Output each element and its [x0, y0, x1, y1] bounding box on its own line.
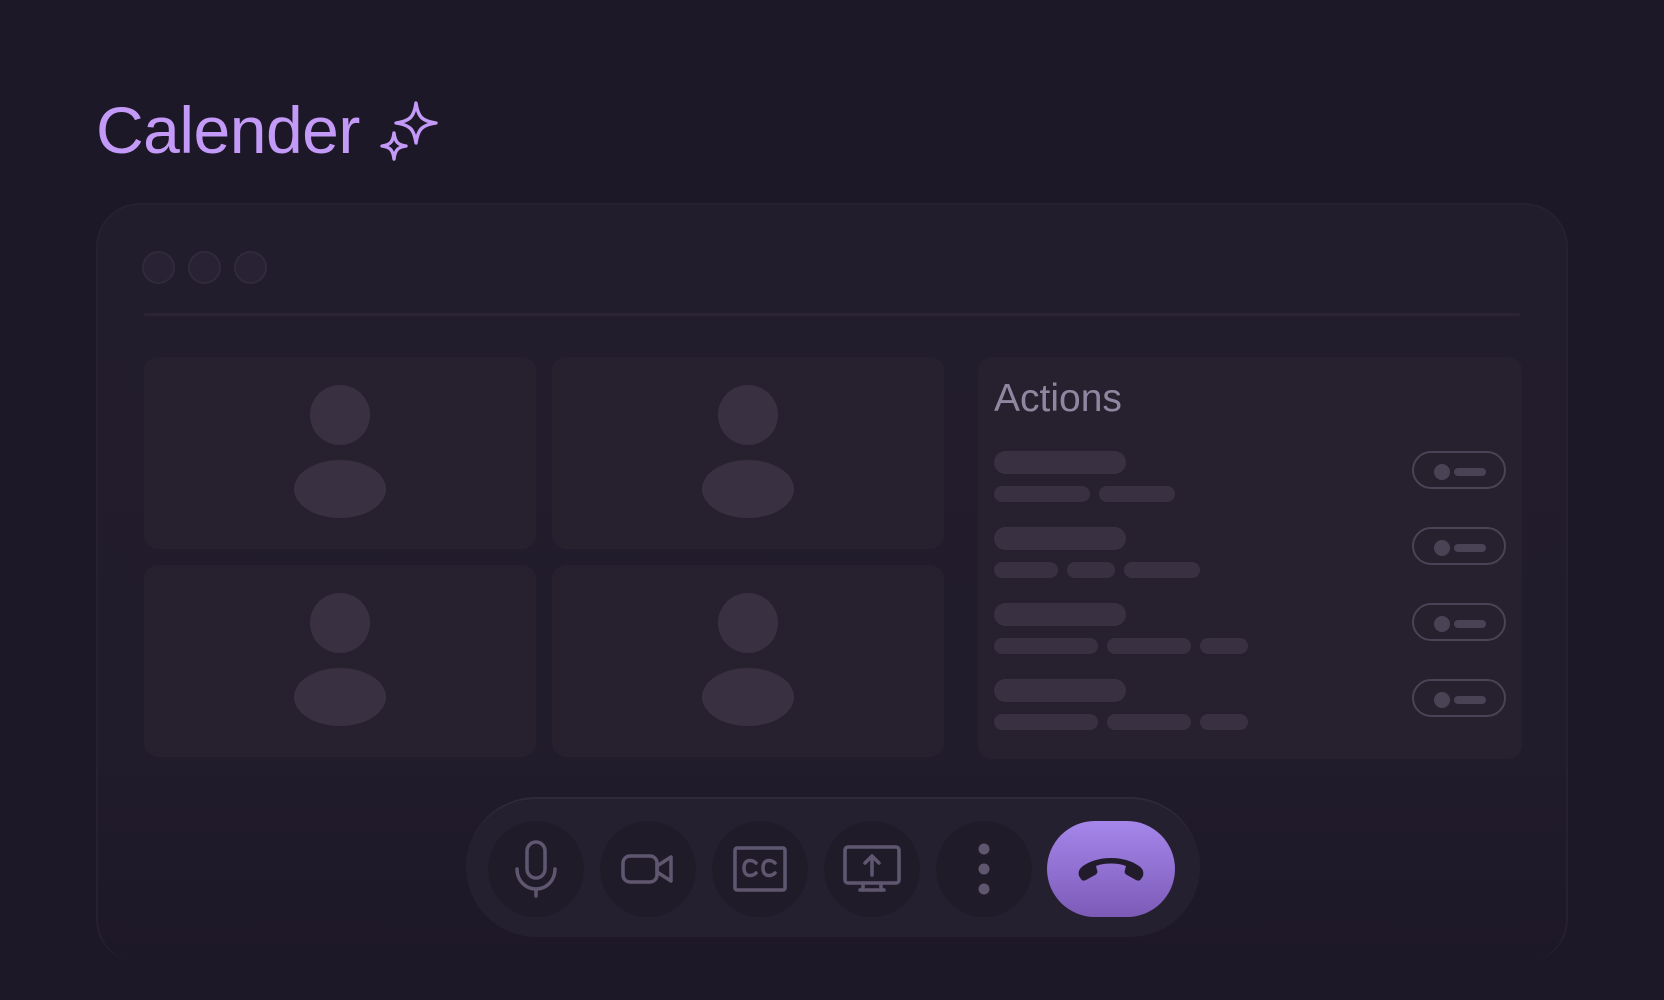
action-title-placeholder [994, 527, 1126, 550]
participant-tile[interactable] [144, 357, 536, 549]
meta-chip [1200, 638, 1248, 654]
meta-chip [1107, 638, 1191, 654]
toggle-track-line [1454, 544, 1486, 552]
meta-chip [1107, 714, 1191, 730]
action-title-placeholder [994, 679, 1126, 702]
meta-chip [1067, 562, 1115, 578]
avatar-body [294, 460, 386, 518]
camera-button[interactable] [600, 821, 696, 917]
window-maximize-button[interactable] [234, 251, 267, 284]
participant-tile[interactable] [552, 357, 944, 549]
more-vertical-icon [978, 843, 990, 895]
action-row [994, 451, 1506, 523]
avatar-body [702, 668, 794, 726]
meta-chip [994, 486, 1090, 502]
participant-tile[interactable] [552, 565, 944, 757]
toggle-track-line [1454, 696, 1486, 704]
hang-up-icon [1078, 858, 1144, 881]
toggle-knob [1434, 540, 1450, 556]
action-meta [994, 638, 1248, 654]
meta-chip [994, 562, 1058, 578]
action-meta [994, 486, 1175, 502]
meta-chip [1099, 486, 1175, 502]
meta-chip [994, 714, 1098, 730]
page-header: Calender [96, 92, 440, 168]
captions-button[interactable] [712, 821, 808, 917]
avatar-body [702, 460, 794, 518]
titlebar-divider [144, 313, 1520, 316]
action-row [994, 527, 1506, 599]
sparkle-icon [380, 101, 438, 161]
meta-chip [1124, 562, 1200, 578]
action-toggle[interactable] [1412, 527, 1506, 565]
action-toggle[interactable] [1412, 603, 1506, 641]
video-camera-icon [621, 854, 673, 884]
toggle-knob [1434, 464, 1450, 480]
call-controls-bar [466, 797, 1200, 937]
avatar-head [310, 385, 370, 445]
avatar-body [294, 668, 386, 726]
toggle-track-line [1454, 620, 1486, 628]
meta-chip [1200, 714, 1248, 730]
meta-chip [994, 638, 1098, 654]
share-screen-button[interactable] [824, 821, 920, 917]
action-toggle[interactable] [1412, 451, 1506, 489]
action-title-placeholder [994, 451, 1126, 474]
action-row [994, 679, 1506, 751]
window-close-button[interactable] [142, 251, 175, 284]
page-title: Calender [96, 93, 360, 167]
closed-captions-icon [733, 846, 787, 892]
actions-panel: Actions [978, 357, 1522, 759]
action-meta [994, 714, 1248, 730]
avatar-head [718, 593, 778, 653]
participant-tile[interactable] [144, 565, 536, 757]
action-toggle[interactable] [1412, 679, 1506, 717]
toggle-knob [1434, 692, 1450, 708]
toggle-knob [1434, 616, 1450, 632]
mic-button[interactable] [488, 821, 584, 917]
avatar-head [310, 593, 370, 653]
window-minimize-button[interactable] [188, 251, 221, 284]
toggle-track-line [1454, 468, 1486, 476]
action-title-placeholder [994, 603, 1126, 626]
action-meta [994, 562, 1200, 578]
avatar-head [718, 385, 778, 445]
microphone-icon [515, 840, 557, 898]
more-options-button[interactable] [936, 821, 1032, 917]
actions-panel-title: Actions [994, 377, 1122, 420]
window-controls [142, 251, 267, 284]
action-row [994, 603, 1506, 675]
screen-share-icon [843, 845, 901, 892]
end-call-button[interactable] [1047, 821, 1175, 917]
